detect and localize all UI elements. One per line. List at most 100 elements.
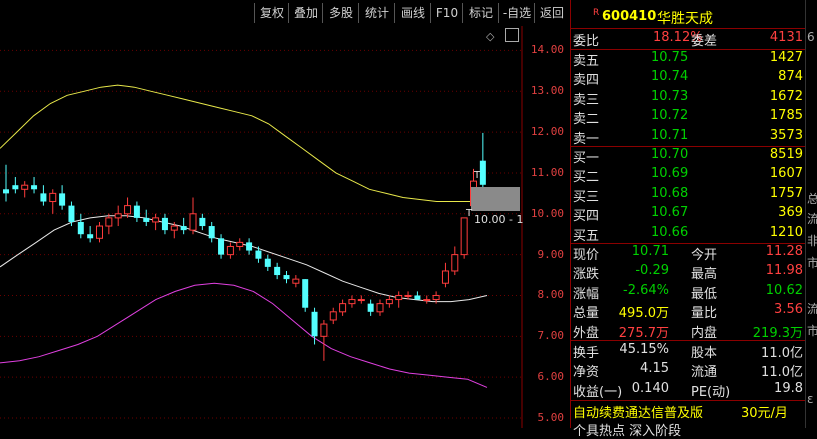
cut-text: 个具热点 深入阶段 (573, 424, 682, 439)
buy-label: 买三 (573, 189, 600, 205)
candle-body (329, 311, 337, 321)
toolbar-draw-line-button[interactable]: 画线 (394, 3, 431, 23)
buy-row[interactable]: 买三 10.68 1757 (571, 186, 805, 205)
toolbar-stats-button[interactable]: 统计 (358, 3, 395, 23)
ad-price[interactable]: 30元/月 (741, 402, 788, 421)
stat-value: 10.71 (631, 244, 669, 259)
sell-label: 卖二 (573, 112, 600, 128)
price-tick-label: 12.00 (530, 125, 564, 139)
sell-price: 10.74 (651, 69, 689, 85)
buy-price: 10.69 (651, 166, 689, 182)
sell-row[interactable]: 卖三 10.73 1672 (571, 89, 805, 108)
r-badge: R (593, 8, 600, 18)
divider-5 (571, 340, 805, 341)
stat-row: 现价 10.71 今开 11.28 (571, 244, 805, 263)
right-strip-item: 流 (807, 302, 817, 316)
chart-frame-icon[interactable] (505, 28, 519, 42)
finance-label-2: 流通 (691, 365, 718, 381)
toolbar-back-button[interactable]: 返回 (534, 3, 569, 23)
stat-row: 涨幅 -2.64% 最低 10.62 (571, 283, 805, 302)
toolbar-multistock-button[interactable]: 多股 (322, 3, 359, 23)
ad-row[interactable]: 自动续费通达信普及版 30元/月 (571, 402, 805, 421)
candle-body (432, 294, 440, 301)
sell-row[interactable]: 卖二 10.72 1785 (571, 108, 805, 127)
sell-label: 卖三 (573, 92, 600, 108)
candle-body (357, 299, 365, 302)
price-tick-label: 14.00 (530, 43, 564, 57)
sell-volume: 1427 (769, 50, 803, 65)
stat-value: 275.7万 (618, 325, 669, 341)
ad-text[interactable]: 自动续费通达信普及版 (573, 402, 703, 421)
sell-volume: 1785 (769, 108, 803, 124)
toolbar-f10-button[interactable]: F10 (430, 3, 463, 23)
buy-volume: 369 (778, 205, 803, 221)
buy-volume: 1607 (769, 166, 803, 182)
kline-chart[interactable]: 14.00 13.00 12.00 11.00 10.00 9.00 8.00 7.00 6.0… (0, 26, 570, 428)
right-strip-item: 总 (807, 192, 817, 206)
sell-row[interactable]: 卖四 10.74 874 (571, 69, 805, 88)
candle-body (105, 217, 113, 227)
kline-chart-svg (0, 26, 523, 428)
buy-volume: 1757 (769, 185, 803, 201)
candle-body (3, 189, 9, 194)
buy-price: 10.66 (651, 224, 689, 240)
candle-body (414, 295, 421, 300)
stat-label-2: 量比 (691, 306, 718, 322)
toolbar-watchlist-button[interactable]: -自选 (498, 3, 535, 23)
sell-label: 卖四 (573, 73, 600, 89)
finance-row: 净资 4.15 流通 11.0亿 (571, 361, 805, 380)
candle-body (68, 205, 75, 222)
buy-volume: 1210 (769, 224, 803, 240)
candle-body (236, 241, 244, 247)
candle-body (460, 217, 468, 256)
buy-label: 买二 (573, 170, 600, 186)
buy-row[interactable]: 买一 10.70 8519 (571, 147, 805, 166)
stat-label: 涨跌 (573, 267, 600, 283)
sell-price: 10.71 (651, 127, 689, 143)
stat-label: 涨幅 (573, 286, 600, 302)
candle-body (404, 294, 412, 297)
stat-row: 外盘 275.7万 内盘 219.3万 (571, 322, 805, 341)
candle-body (395, 294, 403, 301)
buy-volume: 8519 (769, 147, 803, 162)
candle-body (302, 279, 309, 308)
sell-row[interactable]: 卖五 10.75 1427 (571, 50, 805, 69)
finance-value: 0.140 (631, 380, 669, 396)
candle-body (87, 234, 94, 239)
candle-body (59, 193, 66, 206)
toolbar-mark-button[interactable]: 标记 (462, 3, 499, 23)
weibi-row: 委比 18.12% 委差 4131 (571, 30, 805, 49)
crosshair-price-label: 10.00 - 1 (474, 213, 524, 226)
price-tick-label: 9.00 (537, 247, 565, 261)
candle-body (114, 213, 122, 219)
buy-label: 买五 (573, 228, 600, 244)
candle-body (12, 185, 19, 190)
weibi-label: 委比 (573, 34, 600, 49)
buy-row[interactable]: 买四 10.67 369 (571, 205, 805, 224)
buy-price: 10.70 (651, 147, 689, 162)
finance-label: 净资 (573, 365, 600, 381)
toolbar-overlay-button[interactable]: 叠加 (288, 3, 323, 23)
toolbar-fuquan-button[interactable]: 复权 (254, 3, 289, 23)
buy-row[interactable]: 买五 10.66 1210 (571, 225, 805, 244)
stat-value: -2.64% (623, 282, 669, 298)
right-strip-item: 非 (807, 234, 817, 248)
sell-row[interactable]: 卖一 10.71 3573 (571, 128, 805, 147)
candle-body (124, 205, 132, 215)
finance-value-2: 11.0亿 (761, 365, 803, 381)
candle-body (320, 323, 328, 337)
stock-code[interactable]: 600410 (602, 9, 656, 24)
right-info-strip: 6总流非市流市ε (805, 0, 817, 428)
stat-value: -0.29 (635, 263, 669, 279)
stat-label-2: 最低 (691, 286, 718, 302)
price-tick-label: 10.00 (530, 206, 564, 220)
buy-row[interactable]: 买二 10.69 1607 (571, 166, 805, 185)
diamond-icon[interactable]: ◇ (486, 30, 494, 43)
price-tick-label: 11.00 (530, 165, 564, 179)
buy-price: 10.67 (651, 205, 689, 221)
right-strip-item: ε (807, 392, 814, 406)
candle-body (77, 221, 84, 235)
sell-price: 10.75 (651, 50, 689, 65)
stock-name[interactable]: 华胜天成 (657, 8, 713, 28)
candle-body (292, 278, 300, 284)
